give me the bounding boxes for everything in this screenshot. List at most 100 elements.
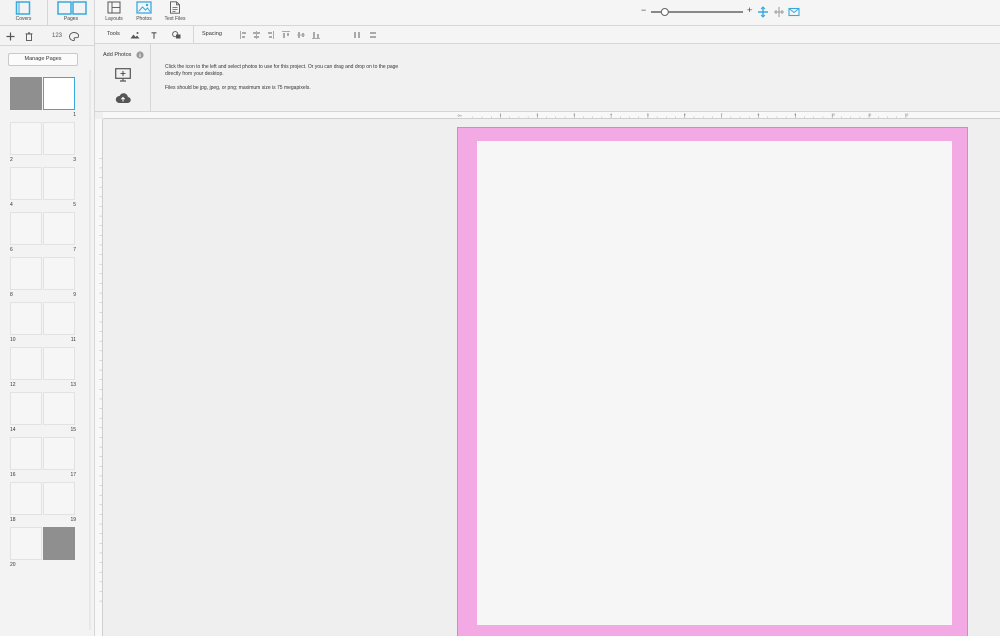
spread-view-icon[interactable] bbox=[788, 6, 800, 18]
page-number: 6 bbox=[10, 247, 13, 253]
shapes-icon[interactable] bbox=[172, 31, 181, 39]
ruler-label: 11 bbox=[868, 112, 871, 116]
page-numbering-toggle[interactable]: 123 bbox=[52, 33, 62, 39]
horizontal-ruler: 0in 1 2 3 4 5 6 7 8 9 10 11 12 bbox=[103, 112, 1000, 119]
page-thumb[interactable] bbox=[43, 347, 75, 380]
ruler-label: 12 bbox=[905, 112, 909, 116]
cover-icon bbox=[15, 1, 31, 15]
page-thumb[interactable] bbox=[10, 257, 42, 290]
info-icon[interactable] bbox=[136, 51, 144, 59]
page-thumb[interactable] bbox=[10, 302, 42, 335]
text-files-label: Text Files bbox=[164, 16, 186, 22]
page-thumb[interactable] bbox=[43, 302, 75, 335]
page-number: 4 bbox=[10, 202, 13, 208]
ruler-label: 4 bbox=[610, 112, 612, 116]
ruler-label: 8 bbox=[758, 112, 760, 116]
image-adjust-icon[interactable] bbox=[130, 31, 140, 39]
page-number: 18 bbox=[10, 517, 16, 523]
page-number: 16 bbox=[10, 472, 16, 478]
text-file-icon bbox=[170, 1, 180, 14]
layouts-button[interactable]: Layouts bbox=[99, 1, 129, 22]
layouts-label: Layouts bbox=[105, 16, 123, 22]
page-thumb[interactable] bbox=[10, 482, 42, 515]
page-safe-area[interactable] bbox=[477, 141, 952, 625]
spread[interactable]: 10 11 bbox=[10, 302, 76, 347]
spread[interactable]: 2 3 bbox=[10, 122, 76, 167]
spread[interactable]: 6 7 bbox=[10, 212, 76, 257]
spread[interactable]: 14 15 bbox=[10, 392, 76, 437]
ruler-label: 9 bbox=[795, 112, 797, 116]
spread[interactable]: 1 bbox=[10, 77, 76, 122]
photos-button[interactable]: Photos bbox=[129, 1, 159, 22]
workspace[interactable] bbox=[103, 119, 1000, 636]
tab-covers[interactable]: Covers bbox=[0, 0, 47, 25]
thumbnails-scrollbar[interactable] bbox=[87, 70, 93, 630]
spacing-label: Spacing bbox=[202, 31, 222, 37]
spread[interactable]: 8 9 bbox=[10, 257, 76, 302]
page-number: 7 bbox=[73, 247, 76, 253]
page-tools: 123 bbox=[0, 26, 94, 46]
tab-pages-label: Pages bbox=[63, 16, 79, 22]
page-thumb-cover-left[interactable] bbox=[10, 77, 42, 110]
palette-icon[interactable] bbox=[69, 32, 79, 41]
page-thumb[interactable] bbox=[43, 257, 75, 290]
page-thumb[interactable] bbox=[10, 527, 42, 560]
center-align-icon[interactable] bbox=[773, 6, 785, 18]
computer-upload-icon[interactable] bbox=[115, 68, 131, 82]
page-thumb[interactable] bbox=[43, 122, 75, 155]
page-number: 5 bbox=[73, 202, 76, 208]
zoom-in-button[interactable]: + bbox=[747, 5, 752, 15]
plus-icon[interactable] bbox=[6, 32, 15, 41]
page-thumb[interactable] bbox=[10, 212, 42, 245]
spread[interactable]: 20 bbox=[10, 527, 76, 572]
photos-icon bbox=[136, 1, 152, 14]
tab-pages[interactable]: Pages bbox=[47, 0, 94, 25]
page-thumb-selected[interactable] bbox=[43, 77, 75, 110]
page-number: 15 bbox=[70, 427, 76, 433]
photo-book-editor: Covers Pages 123 Manage Pages 1 2 3 4 5 … bbox=[0, 0, 1000, 636]
align-distribute-icons[interactable] bbox=[240, 31, 380, 39]
page-number: 14 bbox=[10, 427, 16, 433]
spread[interactable]: 18 19 bbox=[10, 482, 76, 527]
spread[interactable]: 16 17 bbox=[10, 437, 76, 482]
photos-label: Photos bbox=[136, 16, 152, 22]
page-thumb-cover-right[interactable] bbox=[43, 527, 75, 560]
ruler-label: 3 bbox=[573, 112, 575, 116]
zoom-slider[interactable] bbox=[649, 6, 745, 18]
page-thumb[interactable] bbox=[43, 167, 75, 200]
ruler-origin-label: 0in bbox=[458, 113, 462, 117]
text-icon[interactable] bbox=[151, 32, 157, 39]
page-number: 12 bbox=[10, 382, 16, 388]
tools-label: Tools bbox=[107, 31, 120, 37]
page-thumb[interactable] bbox=[43, 212, 75, 245]
spread[interactable]: 4 5 bbox=[10, 167, 76, 212]
page-number: 10 bbox=[10, 337, 16, 343]
spread[interactable]: 12 13 bbox=[10, 347, 76, 392]
tab-covers-label: Covers bbox=[15, 16, 32, 22]
page-number: 13 bbox=[70, 382, 76, 388]
ruler-label: 6 bbox=[684, 112, 686, 116]
page-number: 1 bbox=[73, 112, 76, 118]
trash-icon[interactable] bbox=[25, 32, 33, 41]
ruler-label: 7 bbox=[721, 112, 723, 116]
page-thumb[interactable] bbox=[43, 437, 75, 470]
page-thumb[interactable] bbox=[43, 392, 75, 425]
page-thumb[interactable] bbox=[10, 122, 42, 155]
pages-panel: Covers Pages 123 Manage Pages 1 2 3 4 5 … bbox=[0, 0, 95, 636]
page-number: 2 bbox=[10, 157, 13, 163]
fit-page-icon[interactable] bbox=[757, 6, 769, 18]
cloud-upload-icon[interactable] bbox=[115, 92, 131, 104]
page-thumbnails: 1 2 3 4 5 6 7 8 9 10 11 12 13 14 15 16 1… bbox=[10, 77, 76, 572]
page-thumb[interactable] bbox=[10, 437, 42, 470]
text-files-button[interactable]: Text Files bbox=[160, 1, 190, 22]
page-thumb[interactable] bbox=[10, 347, 42, 380]
tools-bar: Tools Spacing bbox=[95, 26, 1000, 44]
zoom-out-button[interactable]: − bbox=[641, 5, 646, 15]
manage-pages-button[interactable]: Manage Pages bbox=[8, 53, 78, 66]
page-thumb[interactable] bbox=[43, 482, 75, 515]
page-thumb[interactable] bbox=[10, 392, 42, 425]
page-number: 9 bbox=[73, 292, 76, 298]
page-thumb[interactable] bbox=[10, 167, 42, 200]
page-number: 19 bbox=[70, 517, 76, 523]
panel-tabs: Covers Pages bbox=[0, 0, 94, 26]
